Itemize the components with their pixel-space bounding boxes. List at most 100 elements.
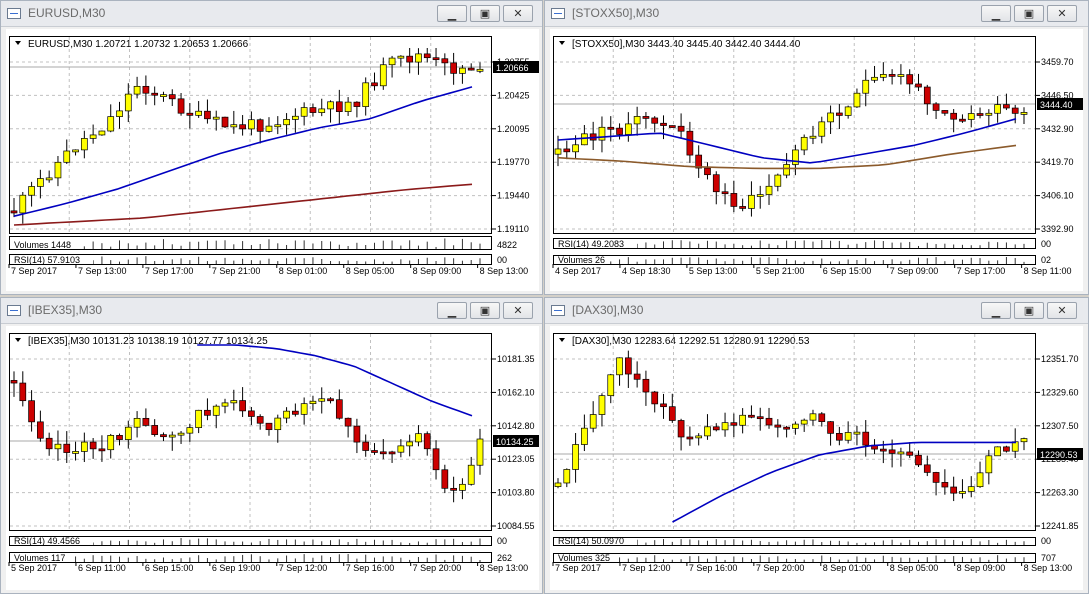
candle-body bbox=[888, 449, 896, 454]
close-button[interactable]: ✕ bbox=[503, 5, 533, 22]
indicator-label: Volumes 325 bbox=[558, 553, 610, 563]
candle-body bbox=[327, 398, 334, 402]
candle-body bbox=[371, 82, 378, 87]
close-button[interactable]: ✕ bbox=[1047, 302, 1077, 319]
candle-body bbox=[10, 210, 18, 214]
candle-body bbox=[607, 126, 615, 130]
time-axis-label: 6 Sep 11:00 bbox=[78, 563, 126, 573]
candle-body bbox=[45, 437, 53, 450]
candle-body bbox=[967, 113, 975, 120]
candle-body bbox=[10, 380, 18, 384]
candle-body bbox=[230, 124, 238, 128]
symbol-info: [DAX30],M30 12283.64 12292.51 12280.91 1… bbox=[572, 336, 810, 347]
candle-body bbox=[624, 123, 632, 135]
price-chart[interactable]: [DAX30],M30 12283.64 12292.51 12280.91 1… bbox=[550, 326, 1083, 590]
candle-body bbox=[624, 357, 632, 375]
candle-body bbox=[844, 432, 852, 441]
minimize-button[interactable]: ▁ bbox=[437, 302, 467, 319]
candle-body bbox=[774, 174, 782, 187]
candle-body bbox=[265, 422, 273, 431]
time-axis-label: 7 Sep 20:00 bbox=[413, 563, 462, 573]
candle-body bbox=[204, 110, 211, 120]
candle-body bbox=[248, 410, 255, 417]
time-axis-label: 8 Sep 11:00 bbox=[1024, 266, 1072, 276]
chart-window-eurusd[interactable]: EURUSD,M30 ▁ ▣ ✕ EURUSD,M30 1.20721 1.20… bbox=[0, 0, 543, 295]
candle-body bbox=[344, 101, 352, 112]
candle-body bbox=[976, 113, 984, 116]
candle-body bbox=[879, 74, 887, 78]
minimize-icon: ▁ bbox=[447, 8, 457, 21]
candle-body bbox=[765, 417, 773, 426]
candle-body bbox=[344, 417, 352, 427]
time-axis-label: 7 Sep 2017 bbox=[11, 266, 57, 276]
window-titlebar[interactable]: [DAX30],M30 ▁ ▣ ✕ bbox=[545, 298, 1088, 324]
chart-window-ibex35[interactable]: [IBEX35],M30 ▁ ▣ ✕ [IBEX35],M30 10131.23… bbox=[0, 297, 543, 594]
candle-body bbox=[1011, 107, 1019, 114]
candle-body bbox=[756, 194, 764, 197]
candle-body bbox=[792, 423, 799, 429]
candle-body bbox=[563, 469, 571, 484]
symbol-info: [STOXX50],M30 3443.40 3445.40 3442.40 34… bbox=[572, 39, 801, 50]
price-chart[interactable]: [IBEX35],M30 10131.23 10138.19 10127.77 … bbox=[6, 326, 539, 590]
candle-body bbox=[677, 125, 685, 132]
candle-body bbox=[994, 446, 1001, 457]
time-axis-label: 7 Sep 09:00 bbox=[890, 266, 939, 276]
candle-body bbox=[72, 149, 79, 153]
candlestick bbox=[1003, 445, 1010, 453]
indicator-pane-1: RSI(14) 49.2083 00 bbox=[553, 238, 1051, 249]
indicator-pane-frame bbox=[553, 553, 1036, 563]
candle-body bbox=[19, 382, 27, 402]
price-chart[interactable]: EURUSD,M30 1.20721 1.20732 1.20653 1.206… bbox=[6, 29, 539, 291]
candle-body bbox=[168, 94, 176, 100]
candle-body bbox=[379, 451, 387, 455]
minimize-button[interactable]: ▁ bbox=[981, 302, 1011, 319]
indicator-pane-2: RSI(14) 57.9103 00 bbox=[9, 254, 507, 265]
candle-body bbox=[563, 148, 571, 153]
window-titlebar[interactable]: EURUSD,M30 ▁ ▣ ✕ bbox=[1, 1, 542, 27]
maximize-button[interactable]: ▣ bbox=[1014, 5, 1044, 22]
candle-body bbox=[107, 435, 115, 451]
candle-body bbox=[668, 125, 676, 128]
current-price-label: 1.20666 bbox=[496, 63, 529, 73]
time-axis-label: 7 Sep 20:00 bbox=[756, 563, 805, 573]
candle-body bbox=[28, 186, 35, 196]
window-title: [DAX30],M30 bbox=[572, 303, 644, 317]
candle-body bbox=[248, 119, 255, 130]
candle-body bbox=[1020, 112, 1028, 115]
candle-body bbox=[467, 464, 475, 485]
minimize-button[interactable]: ▁ bbox=[981, 5, 1011, 22]
restore-icon: ▣ bbox=[479, 304, 491, 317]
price-chart[interactable]: [STOXX50],M30 3443.40 3445.40 3442.40 34… bbox=[550, 29, 1083, 291]
maximize-button[interactable]: ▣ bbox=[1014, 302, 1044, 319]
time-axis-label: 6 Sep 15:00 bbox=[145, 563, 194, 573]
window-titlebar[interactable]: [STOXX50],M30 ▁ ▣ ✕ bbox=[545, 1, 1088, 27]
indicator-scale-value: 00 bbox=[497, 255, 507, 265]
candle-body bbox=[633, 116, 641, 125]
minimize-button[interactable]: ▁ bbox=[437, 5, 467, 22]
candle-body bbox=[160, 434, 167, 438]
close-button[interactable]: ✕ bbox=[1047, 5, 1077, 22]
maximize-button[interactable]: ▣ bbox=[470, 5, 500, 22]
time-axis-label: 8 Sep 09:00 bbox=[413, 266, 462, 276]
time-axis-label: 8 Sep 01:00 bbox=[279, 266, 328, 276]
close-button[interactable]: ✕ bbox=[503, 302, 533, 319]
candle-body bbox=[72, 451, 79, 454]
time-axis-label: 8 Sep 05:00 bbox=[890, 563, 939, 573]
indicator-pane-frame bbox=[9, 552, 492, 563]
window-titlebar[interactable]: [IBEX35],M30 ▁ ▣ ✕ bbox=[1, 298, 542, 324]
candle-body bbox=[423, 433, 431, 450]
indicator-label: Volumes 26 bbox=[558, 255, 605, 265]
price-axis-label: 3406.10 bbox=[1041, 191, 1074, 201]
chart-window-stoxx50[interactable]: [STOXX50],M30 ▁ ▣ ✕ [STOXX50],M30 3443.4… bbox=[544, 0, 1089, 295]
candle-body bbox=[116, 110, 123, 117]
candle-body bbox=[371, 450, 378, 453]
candle-body bbox=[844, 106, 852, 116]
candle-body bbox=[300, 107, 308, 117]
candle-body bbox=[397, 55, 405, 59]
maximize-button[interactable]: ▣ bbox=[470, 302, 500, 319]
chart-window-dax30[interactable]: [DAX30],M30 ▁ ▣ ✕ [DAX30],M30 12283.64 1… bbox=[544, 297, 1089, 594]
candle-body bbox=[151, 425, 159, 435]
indicator-pane-2: Volumes 26 02 bbox=[553, 255, 1051, 265]
candle-body bbox=[283, 119, 290, 126]
candle-body bbox=[932, 472, 940, 483]
